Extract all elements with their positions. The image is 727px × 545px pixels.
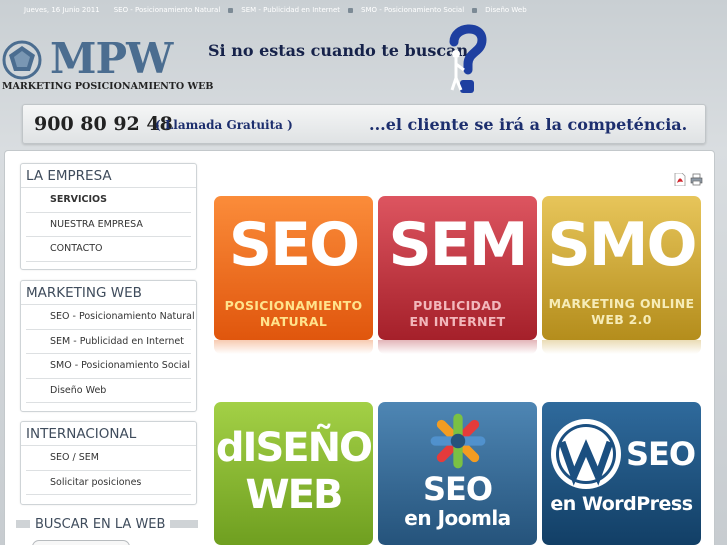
- sidebar-item-contacto[interactable]: CONTACTO: [26, 237, 191, 262]
- print-icon[interactable]: [690, 173, 703, 186]
- sidebar-item-seo-sem[interactable]: SEO / SEM: [26, 446, 191, 471]
- tile-smo-sub1: MARKETING ONLINE: [548, 296, 695, 311]
- sidebar-item-servicios[interactable]: SERVICIOS: [26, 188, 191, 213]
- joomla-logo-icon: [430, 413, 485, 469]
- wordpress-logo-icon: [550, 419, 621, 489]
- search-input[interactable]: [32, 540, 130, 545]
- sidebar-item-solicitar[interactable]: Solicitar posiciones: [26, 471, 191, 495]
- phone-bar: 900 80 92 48 ( Llamada Gratuita ) ...el …: [22, 104, 706, 144]
- sidebar-item-seo[interactable]: SEO - Posicionamiento Natural: [26, 305, 195, 330]
- tile-diseno-line1: dISEÑO: [215, 425, 373, 471]
- tile-smo-sub2: WEB 2.0: [591, 312, 652, 327]
- tile-reflection: [542, 340, 701, 354]
- sidebar-internacional: INTERNACIONAL SEO / SEM Solicitar posici…: [20, 421, 197, 505]
- topnav-item-label: SEO - Posicionamiento Natural: [113, 6, 221, 14]
- topnav-item-sem[interactable]: SEM - Publicidad en Internet: [228, 6, 340, 14]
- tile-sem-title: SEM: [388, 210, 529, 280]
- phone-number[interactable]: 900 80 92 48: [34, 113, 173, 135]
- bullet-icon: [348, 7, 354, 13]
- tile-wordpress-line1: SEO: [625, 435, 696, 473]
- bullet-icon: [472, 7, 478, 13]
- sidebar-item-smo[interactable]: SMO - Posicionamiento Social: [26, 354, 191, 379]
- tile-reflection: [378, 340, 537, 354]
- sidebar-item-sem[interactable]: SEM - Publicidad en Internet: [26, 330, 191, 354]
- tile-smo-title: SMO: [547, 210, 698, 280]
- topnav-item-label: SEM - Publicidad en Internet: [241, 6, 341, 14]
- divider: [170, 520, 198, 528]
- search-heading: BUSCAR EN LA WEB: [16, 515, 198, 533]
- topnav-item-smo[interactable]: SMO - Posicionamiento Social: [348, 6, 464, 14]
- tile-seo-sub2: NATURAL: [259, 314, 328, 329]
- question-mark-figure-icon: [449, 24, 487, 93]
- tile-seo-joomla[interactable]: SEO en Joomla: [378, 402, 537, 545]
- tile-sem-sub2: EN INTERNET: [409, 314, 506, 329]
- tile-seo-title: SEO: [228, 210, 360, 280]
- sidebar-marketing: MARKETING WEB SEO - Posicionamiento Natu…: [20, 280, 197, 412]
- top-nav: Jueves, 16 Junio 2011 SEO - Posicionamie…: [0, 0, 727, 20]
- search-heading-label: BUSCAR EN LA WEB: [35, 516, 166, 532]
- tile-smo[interactable]: SMO MARKETING ONLINE WEB 2.0: [542, 196, 701, 340]
- tile-joomla-line2: en Joomla: [404, 506, 511, 530]
- tile-diseno-web[interactable]: dISEÑO WEB: [214, 402, 373, 545]
- divider: [16, 520, 30, 528]
- current-date: Jueves, 16 Junio 2011: [24, 6, 100, 14]
- topnav-item-seo[interactable]: SEO - Posicionamiento Natural: [114, 6, 221, 14]
- tile-joomla-line1: SEO: [422, 470, 493, 508]
- tile-reflection: [214, 340, 373, 354]
- logo-emblem-icon[interactable]: [2, 40, 42, 80]
- tile-sem[interactable]: SEM PUBLICIDAD EN INTERNET: [378, 196, 537, 340]
- phone-message: ...el cliente se irá a la competéncia.: [369, 115, 688, 134]
- topnav-item-label: Diseño Web: [485, 6, 527, 14]
- sidebar-item-nuestra-empresa[interactable]: NUESTRA EMPRESA: [26, 213, 191, 237]
- tile-wordpress-line2: en WordPress: [550, 493, 693, 515]
- free-call-label: ( Llamada Gratuita ): [155, 118, 293, 132]
- bullet-icon: [228, 7, 234, 13]
- sidebar-empresa: LA EMPRESA SERVICIOS NUESTRA EMPRESA CON…: [20, 163, 197, 270]
- logo-subtitle: MARKETING POSICIONAMIENTO WEB: [2, 81, 214, 92]
- topnav-item-diseno[interactable]: Diseño Web: [472, 6, 527, 14]
- pdf-icon[interactable]: [674, 173, 686, 186]
- tile-sem-sub1: PUBLICIDAD: [413, 298, 502, 313]
- tile-seo-wordpress[interactable]: SEO en WordPress: [542, 402, 701, 545]
- topnav-item-label: SMO - Posicionamiento Social: [361, 6, 465, 14]
- tagline: Si no estas cuando te buscan: [208, 41, 469, 60]
- tile-diseno-line2: WEB: [245, 472, 344, 518]
- sidebar-heading: INTERNACIONAL: [21, 422, 196, 446]
- logo-text[interactable]: MPW: [50, 34, 173, 83]
- sidebar-heading: MARKETING WEB: [21, 281, 196, 305]
- tile-seo-sub1: POSICIONAMIENTO: [224, 298, 363, 313]
- sidebar-item-diseno[interactable]: Diseño Web: [26, 379, 191, 403]
- sidebar-heading: LA EMPRESA: [21, 164, 196, 188]
- tile-seo[interactable]: SEO POSICIONAMIENTO NATURAL: [214, 196, 373, 340]
